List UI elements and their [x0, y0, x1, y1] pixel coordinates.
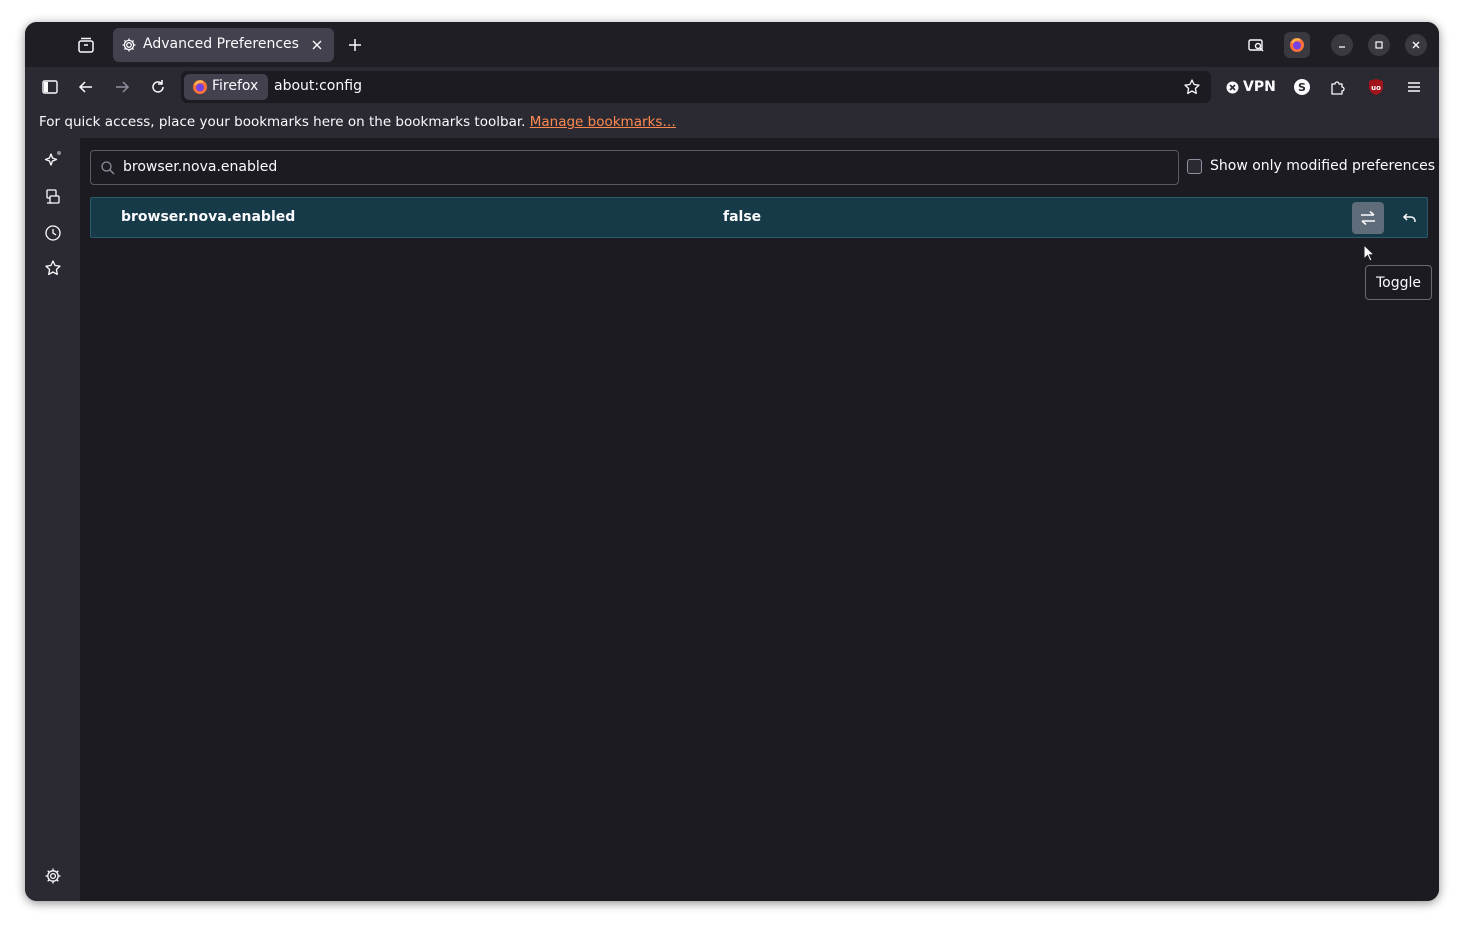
firefox-logo-icon — [192, 79, 208, 95]
minimize-button[interactable] — [1331, 34, 1353, 56]
sidebar-toggle-icon[interactable] — [38, 75, 62, 99]
close-tab-icon[interactable] — [308, 36, 326, 54]
back-arrow-icon[interactable] — [74, 75, 98, 99]
toggle-arrows-icon — [1359, 209, 1377, 227]
sidebar-settings-gear-icon[interactable] — [41, 864, 65, 888]
toggle-tooltip: Toggle — [1365, 265, 1432, 300]
manage-bookmarks-link[interactable]: Manage bookmarks… — [530, 114, 676, 130]
tab-advanced-preferences[interactable]: Advanced Preferences — [113, 28, 334, 62]
screenshot-search-icon[interactable] — [1244, 33, 1268, 57]
synced-tabs-icon[interactable] — [41, 185, 65, 209]
reload-icon[interactable] — [146, 75, 170, 99]
extensions-puzzle-icon[interactable] — [1326, 75, 1350, 99]
toggle-button[interactable] — [1352, 202, 1384, 234]
url-bar[interactable]: Firefox about:config — [181, 71, 1211, 103]
preference-search-input[interactable]: browser.nova.enabled — [90, 150, 1179, 185]
preference-value: false — [723, 209, 762, 225]
browser-window: Advanced Preferences Firefox about:confi… — [25, 22, 1439, 901]
history-clock-icon[interactable] — [41, 221, 65, 245]
tab-strip: Advanced Preferences — [25, 22, 1439, 67]
close-window-button[interactable] — [1405, 34, 1427, 56]
bookmark-star-icon[interactable] — [1182, 77, 1202, 97]
about-config-page: browser.nova.enabled Show only modified … — [80, 138, 1439, 901]
gear-icon — [121, 37, 137, 53]
search-icon — [100, 160, 116, 176]
svg-text:S: S — [1298, 81, 1306, 94]
preference-name: browser.nova.enabled — [121, 209, 296, 225]
firefox-account-icon[interactable] — [1284, 32, 1310, 58]
tab-list-icon[interactable] — [74, 33, 98, 57]
undo-arrow-icon — [1402, 210, 1418, 226]
sidebar — [25, 138, 80, 901]
vpn-status-icon — [1226, 81, 1239, 94]
search-value: browser.nova.enabled — [123, 159, 278, 175]
identity-box[interactable]: Firefox — [184, 74, 268, 100]
menu-hamburger-icon[interactable] — [1402, 75, 1426, 99]
reset-button[interactable] — [1394, 202, 1426, 234]
tab-title: Advanced Preferences — [143, 36, 299, 52]
ai-chatbot-sparkle-icon[interactable] — [41, 148, 65, 172]
mouse-pointer-icon — [1363, 244, 1375, 262]
identity-label: Firefox — [212, 78, 259, 94]
bookmarks-toolbar: For quick access, place your bookmarks h… — [25, 107, 1439, 138]
preference-row[interactable]: browser.nova.enabled false — [90, 197, 1428, 238]
bookmarks-star-icon[interactable] — [41, 256, 65, 280]
sync-extension-icon[interactable]: S — [1290, 75, 1314, 99]
show-modified-label: Show only modified preferences — [1210, 158, 1436, 174]
maximize-button[interactable] — [1368, 34, 1390, 56]
navigation-toolbar: Firefox about:config VPN S uo — [25, 67, 1439, 107]
show-modified-option[interactable]: Show only modified preferences — [1187, 158, 1435, 174]
bookmarks-empty-message: For quick access, place your bookmarks h… — [39, 114, 676, 130]
vpn-button[interactable]: VPN — [1226, 77, 1276, 97]
show-modified-checkbox[interactable] — [1187, 158, 1202, 174]
new-tab-button[interactable] — [344, 34, 366, 56]
url-text[interactable]: about:config — [274, 78, 362, 94]
forward-arrow-icon[interactable] — [110, 75, 134, 99]
ublock-origin-icon[interactable]: uo — [1364, 75, 1388, 99]
svg-text:uo: uo — [1371, 84, 1381, 92]
vpn-label: VPN — [1243, 79, 1276, 95]
